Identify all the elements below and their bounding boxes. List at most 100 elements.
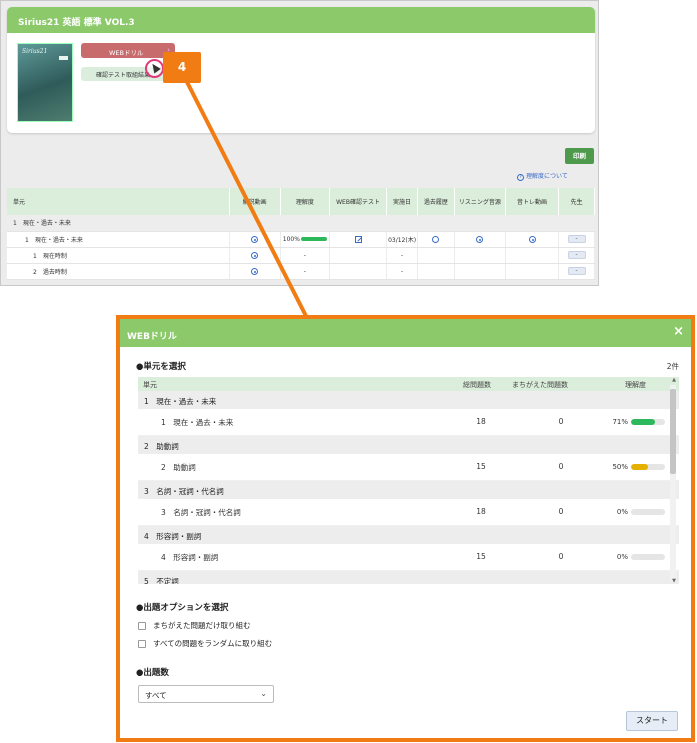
unit-item-label: 2 助動詞 [161,463,196,472]
close-icon[interactable]: × [673,325,684,338]
unit-list-item[interactable]: 3 名詞・冠詞・代名詞 18 0 0% [138,499,679,526]
list-col-understanding: 理解度 [625,381,646,389]
unit-understanding-pct: 0% [616,553,628,561]
cover-title: Sirius21 [22,48,48,55]
question-count-select[interactable]: すべて ⌄ [138,685,274,703]
play-icon[interactable] [251,267,259,275]
unit-list-item[interactable]: 2 助動詞 15 0 50% [138,454,679,481]
scroll-up-icon[interactable]: ▲ [672,377,676,383]
list-col-total: 総問題数 [463,381,491,389]
scrollbar-thumb[interactable] [670,389,676,474]
unit-list-item[interactable]: 1 現在・過去・未来 18 0 71% [138,409,679,436]
understanding-bar [631,509,665,515]
understanding-bar-fill [631,419,656,425]
unit-total-count: 18 [476,507,486,516]
understanding-help-link[interactable]: ? 理解度について [517,171,568,181]
table-row: 2 過去時制 - - - [7,263,595,280]
video-cell[interactable] [229,263,281,280]
unit-list-item[interactable]: 4 形容詞・副詞 15 0 0% [138,544,679,571]
teacher-button[interactable]: - [567,251,586,259]
start-button[interactable]: スタート [626,711,678,731]
teacher-cell[interactable]: - [558,247,595,264]
chevron-down-icon: ⌄ [260,689,267,698]
dialog-title: WEBドリル [127,332,177,342]
scroll-down-icon[interactable]: ▼ [672,578,676,584]
listening-cell [454,263,506,280]
unit-total-count: 15 [476,462,486,471]
dialog-header: WEBドリル × [120,319,691,347]
teacher-button[interactable]: - [567,267,586,275]
unit-section-label: 2 助動詞 [144,442,179,451]
video-cell[interactable] [229,231,281,248]
history-cell [417,247,455,264]
understanding-link-label: 理解度について [526,173,568,180]
unit-item-label: 1 現在・過去・未来 [161,418,234,427]
teacher-cell[interactable]: - [558,263,595,280]
web-test-cell [329,263,388,280]
unit-total-count: 18 [476,417,486,426]
understanding-bar-fill [631,464,648,470]
unit-understanding-pct: 50% [612,463,628,471]
play-icon[interactable] [251,235,259,243]
section-label: 1 現在・過去・未来 [7,215,595,232]
table-row: 1 現在時制 - - - [7,247,595,264]
unit-count: 2件 [666,362,679,371]
question-icon: ? [517,174,524,181]
click-highlight-icon [145,59,164,78]
col-understanding: 理解度 [280,188,330,215]
print-button[interactable]: 印刷 [565,148,594,164]
list-col-wrong: まちがえた問題数 [512,381,568,389]
unit-total-count: 15 [476,552,486,561]
understanding-cell: - [280,247,330,264]
col-history: 過去履歴 [417,188,455,215]
book-title: Sirius21 英語 標準 VOL.3 [7,7,595,33]
unit-section: 4 形容詞・副詞 [138,526,679,544]
play-icon[interactable] [528,235,536,243]
unit-section: 5 不定詞 [138,571,679,584]
web-drill-label: WEBドリル [109,49,144,57]
unit-section-label: 4 形容詞・副詞 [144,532,202,541]
list-col-unit: 単元 [143,381,157,389]
sound-training-cell [505,247,560,264]
checkbox[interactable] [138,640,146,648]
web-test-cell [329,247,388,264]
teacher-button[interactable]: - [567,235,586,243]
play-icon[interactable] [476,235,484,243]
unit-label: 2 過去時制 [7,263,230,280]
unit-list-header: 単元 総問題数 まちがえた問題数 理解度 [138,377,679,391]
option-random[interactable]: すべての問題をランダムに取り組む [138,638,272,649]
unit-select-list[interactable]: 単元 総問題数 まちがえた問題数 理解度 1 現在・過去・未来 1 現在・過去・… [138,377,679,584]
checkbox[interactable] [138,622,146,630]
sound-training-cell[interactable] [505,231,560,248]
history-cell [417,263,455,280]
unit-wrong-count: 0 [558,507,564,516]
understanding-bar [631,419,665,425]
teacher-cell[interactable]: - [558,231,595,248]
date-cell: - [386,263,418,280]
unit-wrong-count: 0 [558,462,564,471]
option-label: まちがえた問題だけ取り組む [153,621,251,630]
unit-item-label: 3 名詞・冠詞・代名詞 [161,508,241,517]
video-cell[interactable] [229,247,281,264]
understanding-cell: - [280,263,330,280]
options-heading: ●出題オプションを選択 [136,603,229,613]
unit-table: 単元 解説動画 理解度 WEB確認テスト 実施日 過去履歴 リスニング音源 音ト… [7,188,595,280]
understanding-bar [631,554,665,560]
col-date: 実施日 [386,188,418,215]
web-drill-dialog: WEBドリル × ●単元を選択 2件 単元 総問題数 まちがえた問題数 理解度 … [116,315,695,742]
web-drill-button[interactable]: WEBドリル › [81,43,175,58]
table-row: 1 現在・過去・未来 100% 03/12(木) - [7,231,595,248]
col-sound-training: 音トレ動画 [505,188,560,215]
book-cover-image: Sirius21 [17,43,73,122]
select-unit-heading: ●単元を選択 [136,362,186,372]
unit-label: 1 現在・過去・未来 [7,231,230,248]
edit-icon[interactable] [354,235,362,243]
listening-cell[interactable] [454,231,506,248]
history-cell[interactable] [417,231,455,248]
list-scrollbar[interactable] [670,385,676,581]
history-icon[interactable] [432,235,440,243]
play-icon[interactable] [251,251,259,259]
unit-section: 3 名詞・冠詞・代名詞 [138,481,679,499]
option-wrong-only[interactable]: まちがえた問題だけ取り組む [138,620,251,631]
web-test-cell[interactable] [329,231,388,248]
